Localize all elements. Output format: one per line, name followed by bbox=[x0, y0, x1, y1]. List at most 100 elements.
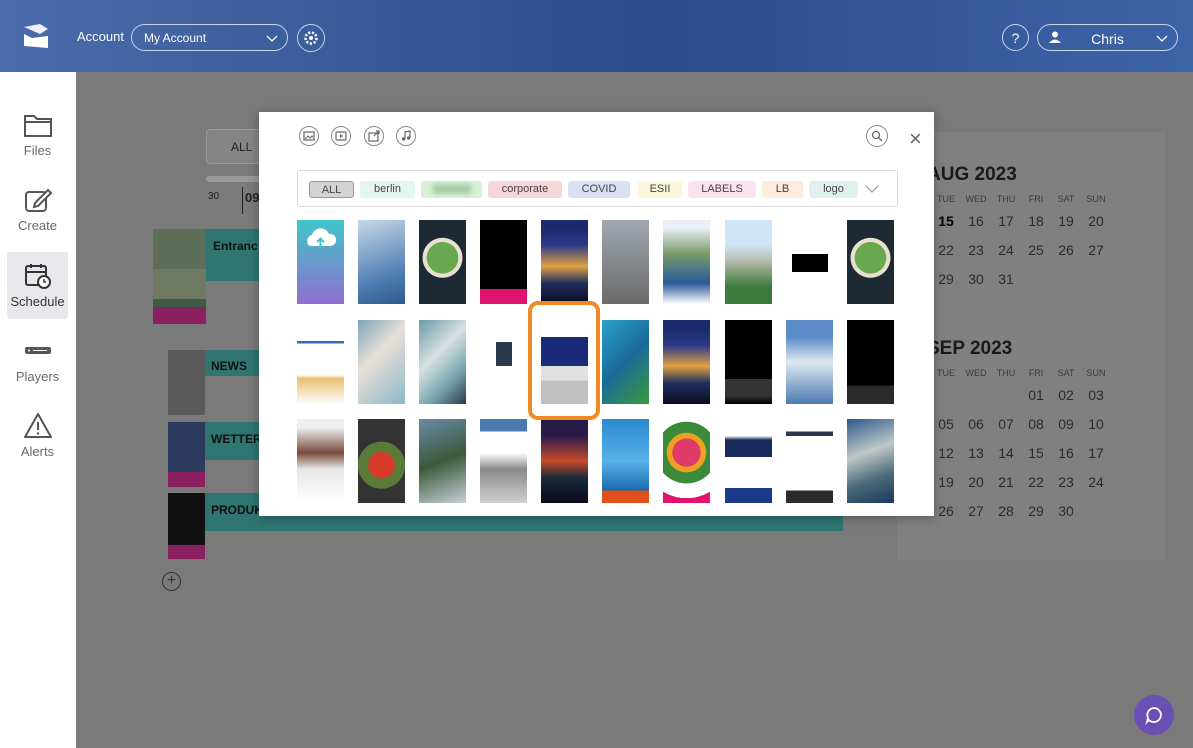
calendar-day[interactable]: 26 bbox=[1053, 242, 1079, 258]
calendar-day[interactable]: 29 bbox=[1023, 503, 1049, 519]
calendar-day[interactable]: 19 bbox=[933, 474, 959, 490]
media-thumbnail[interactable] bbox=[480, 320, 527, 404]
media-thumbnail[interactable] bbox=[419, 419, 466, 503]
media-thumbnail[interactable] bbox=[786, 419, 833, 503]
calendar-day[interactable]: 27 bbox=[963, 503, 989, 519]
schedule-thumbnail[interactable] bbox=[168, 350, 205, 415]
media-thumbnail[interactable] bbox=[663, 220, 710, 304]
calendar-day[interactable]: 26 bbox=[933, 503, 959, 519]
calendar-day[interactable]: 18 bbox=[1023, 213, 1049, 229]
calendar-day[interactable]: 21 bbox=[993, 474, 1019, 490]
filter-all-button[interactable]: ALL bbox=[206, 129, 266, 164]
calendar-day[interactable]: 17 bbox=[993, 213, 1019, 229]
media-thumbnail[interactable] bbox=[725, 220, 772, 304]
sidebar-item-players[interactable]: Players bbox=[7, 327, 68, 394]
calendar-day[interactable]: 15 bbox=[933, 213, 959, 229]
tag-chip[interactable]: corporate bbox=[488, 181, 562, 198]
calendar-day[interactable]: 16 bbox=[1053, 445, 1079, 461]
tag-chip[interactable]: berlin bbox=[360, 181, 415, 198]
calendar-day[interactable]: 19 bbox=[1053, 213, 1079, 229]
calendar-day[interactable]: 31 bbox=[993, 271, 1019, 287]
calendar-day[interactable]: 24 bbox=[993, 242, 1019, 258]
media-thumbnail[interactable] bbox=[847, 419, 894, 503]
tag-chip[interactable]: COVID bbox=[568, 181, 630, 198]
calendar-day[interactable]: 23 bbox=[1053, 474, 1079, 490]
sidebar-item-schedule[interactable]: Schedule bbox=[7, 252, 68, 319]
media-thumbnail[interactable] bbox=[297, 419, 344, 503]
media-thumbnail[interactable] bbox=[725, 419, 772, 503]
filter-web-button[interactable] bbox=[364, 126, 384, 146]
media-thumbnail[interactable] bbox=[602, 419, 649, 503]
media-thumbnail[interactable] bbox=[541, 419, 588, 503]
calendar-day[interactable]: 07 bbox=[993, 416, 1019, 432]
media-thumbnail[interactable] bbox=[419, 320, 466, 404]
media-thumbnail[interactable] bbox=[541, 220, 588, 304]
media-thumbnail[interactable] bbox=[358, 220, 405, 304]
account-settings-button[interactable] bbox=[297, 24, 325, 52]
add-row-button[interactable]: + bbox=[162, 572, 181, 591]
tag-chip[interactable]: LB bbox=[762, 181, 803, 198]
calendar-day[interactable]: 08 bbox=[1023, 416, 1049, 432]
calendar-day[interactable]: 03 bbox=[1083, 387, 1109, 403]
tag-chip[interactable]: ALL bbox=[309, 181, 354, 198]
schedule-thumbnail[interactable] bbox=[168, 493, 205, 559]
media-thumbnail[interactable] bbox=[847, 220, 894, 304]
sidebar-item-alerts[interactable]: Alerts bbox=[7, 402, 68, 469]
timeline-scrollbar[interactable] bbox=[206, 176, 266, 182]
calendar-day[interactable]: 29 bbox=[933, 271, 959, 287]
close-button[interactable]: × bbox=[909, 126, 922, 152]
calendar-day[interactable]: 02 bbox=[1053, 387, 1079, 403]
media-thumbnail[interactable] bbox=[725, 320, 772, 404]
media-thumbnail[interactable] bbox=[663, 320, 710, 404]
schedule-thumbnail[interactable] bbox=[153, 229, 206, 324]
calendar-day[interactable]: 13 bbox=[963, 445, 989, 461]
chevron-down-icon[interactable] bbox=[864, 183, 880, 195]
calendar-day[interactable]: 15 bbox=[1023, 445, 1049, 461]
tag-chip[interactable]: LABELS bbox=[688, 181, 756, 198]
calendar-day[interactable]: 28 bbox=[993, 503, 1019, 519]
sidebar-item-create[interactable]: Create bbox=[7, 176, 68, 243]
calendar-day[interactable]: 16 bbox=[963, 213, 989, 229]
tag-chip[interactable]: logo bbox=[809, 181, 858, 198]
media-thumbnail[interactable] bbox=[786, 320, 833, 404]
calendar-day[interactable]: 24 bbox=[1083, 474, 1109, 490]
filter-images-button[interactable] bbox=[299, 126, 319, 146]
tag-chip[interactable]: ESII bbox=[638, 181, 682, 198]
help-button[interactable]: ? bbox=[1002, 24, 1029, 51]
calendar-day[interactable]: 14 bbox=[993, 445, 1019, 461]
calendar-day[interactable]: 20 bbox=[963, 474, 989, 490]
calendar-day[interactable]: 12 bbox=[933, 445, 959, 461]
media-thumbnail[interactable] bbox=[663, 419, 710, 503]
media-thumbnail[interactable] bbox=[358, 419, 405, 503]
media-thumbnail[interactable] bbox=[786, 220, 833, 304]
media-thumbnail[interactable] bbox=[847, 320, 894, 404]
calendar-day[interactable]: 27 bbox=[1083, 242, 1109, 258]
calendar-day[interactable]: 20 bbox=[1083, 213, 1109, 229]
media-thumbnail[interactable] bbox=[419, 220, 466, 304]
filter-audio-button[interactable] bbox=[396, 126, 416, 146]
media-thumbnail[interactable] bbox=[358, 320, 405, 404]
calendar-day[interactable]: 30 bbox=[1053, 503, 1079, 519]
calendar-day[interactable]: 25 bbox=[1023, 242, 1049, 258]
calendar-day[interactable]: 10 bbox=[1083, 416, 1109, 432]
calendar-day[interactable]: 30 bbox=[963, 271, 989, 287]
media-thumbnail[interactable] bbox=[480, 220, 527, 304]
calendar-day[interactable]: 05 bbox=[933, 416, 959, 432]
media-thumbnail[interactable] bbox=[602, 220, 649, 304]
tag-chip[interactable] bbox=[421, 181, 482, 198]
calendar-day[interactable]: 09 bbox=[1053, 416, 1079, 432]
media-thumbnail[interactable] bbox=[480, 419, 527, 503]
calendar-day[interactable]: 22 bbox=[1023, 474, 1049, 490]
schedule-thumbnail[interactable] bbox=[168, 422, 205, 487]
search-button[interactable] bbox=[866, 125, 888, 147]
sidebar-item-files[interactable]: Files bbox=[7, 101, 68, 168]
chat-button[interactable] bbox=[1134, 695, 1174, 735]
media-thumbnail[interactable] bbox=[602, 320, 649, 404]
calendar-day[interactable]: 22 bbox=[933, 242, 959, 258]
filter-videos-button[interactable] bbox=[331, 126, 351, 146]
calendar-day[interactable]: 01 bbox=[1023, 387, 1049, 403]
app-logo-icon[interactable] bbox=[22, 22, 50, 50]
media-thumbnail[interactable] bbox=[297, 320, 344, 404]
calendar-day[interactable]: 17 bbox=[1083, 445, 1109, 461]
calendar-day[interactable]: 23 bbox=[963, 242, 989, 258]
